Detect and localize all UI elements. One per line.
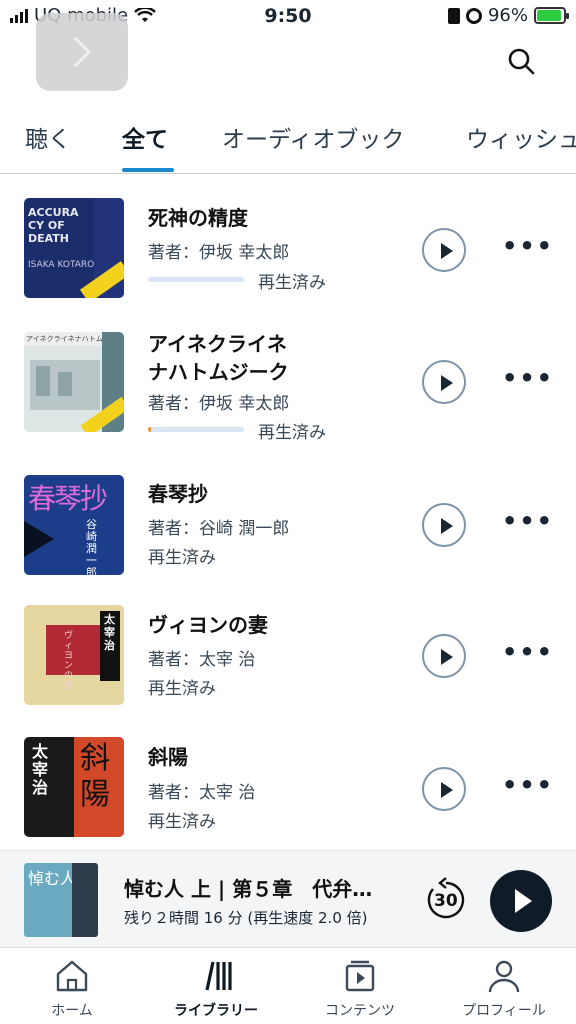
list-item[interactable]: 斜陽 太宰治 斜陽 著者：太宰 治 再生済み ••• bbox=[0, 729, 576, 849]
play-button[interactable] bbox=[422, 634, 466, 678]
book-title: 死神の精度 bbox=[148, 206, 248, 230]
book-title: ヴィヨンの妻 bbox=[148, 613, 268, 637]
play-button[interactable] bbox=[422, 360, 466, 404]
chevron-right-icon bbox=[73, 36, 92, 68]
tab-audiobook[interactable]: オーディオブック bbox=[222, 120, 404, 154]
bottom-nav: ホーム ライブラリー コンテンツ プロフィール bbox=[0, 948, 576, 1024]
rewind-seconds: 30 bbox=[434, 891, 458, 911]
nav-profile[interactable]: プロフィール bbox=[444, 956, 564, 1020]
tab-listen[interactable]: 聴く bbox=[25, 120, 71, 154]
remaining-time: 残り２時間 16 分 (再生速度 2.0 倍) bbox=[124, 909, 368, 927]
content-icon bbox=[345, 960, 375, 992]
battery-icon bbox=[534, 7, 569, 24]
more-options-button[interactable]: ••• bbox=[502, 771, 554, 799]
rewind-30-button[interactable]: 30 bbox=[423, 877, 469, 923]
tab-wishlist[interactable]: ウィッシュ bbox=[466, 120, 576, 154]
home-icon bbox=[56, 960, 88, 992]
play-button[interactable] bbox=[422, 503, 466, 547]
book-cover: アイネクライネナハトムジーク bbox=[24, 332, 124, 432]
book-title: 春琴抄 bbox=[148, 482, 208, 506]
mini-player[interactable]: 悼む人 悼む人 上 | 第５章 代弁… 残り２時間 16 分 (再生速度 2.0… bbox=[0, 850, 576, 948]
search-button[interactable] bbox=[506, 46, 538, 78]
lock-rotation-icon bbox=[447, 7, 460, 24]
more-options-button[interactable]: ••• bbox=[502, 232, 554, 260]
book-author: 著者：伊坂 幸太郎 bbox=[148, 243, 290, 263]
book-title: 斜陽 bbox=[148, 745, 188, 769]
search-icon bbox=[508, 48, 535, 75]
book-title-line2: ナハトムジーク bbox=[148, 360, 289, 384]
nav-content[interactable]: コンテンツ bbox=[300, 956, 420, 1020]
play-status: 再生済み bbox=[148, 548, 216, 568]
listen-progress-bar bbox=[148, 427, 244, 432]
now-playing-cover: 悼む人 bbox=[24, 863, 98, 937]
book-cover: 斜陽 太宰治 bbox=[24, 737, 124, 837]
alarm-icon bbox=[465, 7, 482, 24]
nav-library[interactable]: ライブラリー bbox=[156, 956, 276, 1020]
mini-play-button[interactable] bbox=[490, 870, 552, 932]
battery-percent: 96% bbox=[487, 5, 528, 26]
list-item[interactable]: ACCURACY OF DEATH ISAKA KOTARO 死神の精度 著者：… bbox=[0, 190, 576, 310]
more-options-button[interactable]: ••• bbox=[502, 638, 554, 666]
listen-progress-bar bbox=[148, 277, 244, 282]
play-status: 再生済み bbox=[148, 812, 216, 832]
assistive-touch-button[interactable] bbox=[36, 13, 128, 91]
book-author: 著者：谷崎 潤一郎 bbox=[148, 519, 290, 539]
active-tab-indicator bbox=[122, 168, 174, 172]
library-icon bbox=[205, 961, 232, 991]
play-status: 再生済み bbox=[258, 423, 326, 443]
book-title-line1: アイネクライネ bbox=[148, 332, 287, 356]
list-item[interactable]: アイネクライネナハトムジーク アイネクライネ ナハトムジーク 著者：伊坂 幸太郎… bbox=[0, 322, 576, 452]
play-button[interactable] bbox=[422, 767, 466, 811]
book-cover: ACCURACY OF DEATH ISAKA KOTARO bbox=[24, 198, 124, 298]
book-author: 著者：伊坂 幸太郎 bbox=[148, 394, 290, 414]
nav-home[interactable]: ホーム bbox=[12, 956, 132, 1020]
list-item[interactable]: 春琴抄 谷崎潤一郎 春琴抄 著者：谷崎 潤一郎 再生済み ••• bbox=[0, 467, 576, 587]
play-button[interactable] bbox=[422, 228, 466, 272]
now-playing-title: 悼む人 上 | 第５章 代弁… bbox=[124, 877, 373, 901]
book-author: 著者：太宰 治 bbox=[148, 650, 256, 670]
list-item[interactable]: 太宰治 ヴィヨンの妻 ヴィヨンの妻 著者：太宰 治 再生済み ••• bbox=[0, 597, 576, 717]
book-cover: 太宰治 ヴィヨンの妻 bbox=[24, 605, 124, 705]
more-options-button[interactable]: ••• bbox=[502, 364, 554, 392]
more-options-button[interactable]: ••• bbox=[502, 507, 554, 535]
tab-all[interactable]: 全て bbox=[122, 120, 168, 154]
play-status: 再生済み bbox=[258, 273, 326, 293]
play-status: 再生済み bbox=[148, 679, 216, 699]
book-cover: 春琴抄 谷崎潤一郎 bbox=[24, 475, 124, 575]
book-author: 著者：太宰 治 bbox=[148, 783, 256, 803]
category-tabs: 聴く 全て オーディオブック ウィッシュ bbox=[0, 110, 576, 174]
profile-icon bbox=[488, 960, 520, 993]
